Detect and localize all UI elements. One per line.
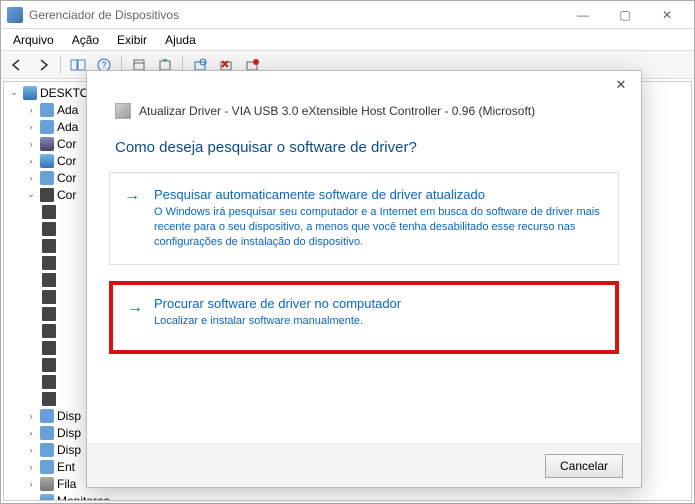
usb-icon <box>42 256 56 270</box>
arrow-right-icon: → <box>127 301 143 315</box>
option-search-automatically[interactable]: → Pesquisar automaticamente software de … <box>109 172 619 265</box>
tree-label: Fila <box>57 477 76 491</box>
expand-icon[interactable]: › <box>25 461 37 473</box>
window-title: Gerenciador de Dispositivos <box>29 8 562 22</box>
back-button[interactable] <box>5 54 29 76</box>
option-description: Localizar e instalar software manualment… <box>154 314 602 329</box>
adapter-icon <box>40 103 54 117</box>
expand-icon[interactable]: › <box>25 155 37 167</box>
menu-file[interactable]: Arquivo <box>5 31 62 49</box>
usb-icon <box>42 392 56 406</box>
port-icon <box>40 137 54 151</box>
usb-icon <box>42 341 56 355</box>
dialog-options: → Pesquisar automaticamente software de … <box>87 166 641 360</box>
dialog-title: Atualizar Driver - VIA USB 3.0 eXtensibl… <box>139 104 535 118</box>
dialog-titlebar: ✕ <box>87 71 641 99</box>
device-icon <box>40 426 54 440</box>
usb-icon <box>42 358 56 372</box>
tree-label: Monitores <box>57 494 110 502</box>
usb-icon <box>42 290 56 304</box>
tree-label: Disp <box>57 426 81 440</box>
usb-icon <box>42 205 56 219</box>
usb-icon <box>40 188 54 202</box>
option-description: O Windows irá pesquisar seu computador e… <box>154 205 602 250</box>
usb-icon <box>42 307 56 321</box>
computer-icon <box>40 154 54 168</box>
option-browse-computer[interactable]: → Procurar software de driver no computa… <box>109 281 619 355</box>
adapter-icon <box>40 120 54 134</box>
monitor-icon <box>40 494 54 502</box>
update-driver-dialog: ✕ Atualizar Driver - VIA USB 3.0 eXtensi… <box>86 70 642 488</box>
collapse-icon[interactable]: ⌄ <box>25 189 37 201</box>
tree-label: Ada <box>57 103 78 117</box>
forward-button[interactable] <box>31 54 55 76</box>
menu-help[interactable]: Ajuda <box>157 31 204 49</box>
usb-icon <box>42 324 56 338</box>
tree-label: DESKTO <box>40 86 89 100</box>
usb-icon <box>42 273 56 287</box>
dialog-close-button[interactable]: ✕ <box>601 72 641 98</box>
tree-label: Ada <box>57 120 78 134</box>
usb-icon <box>42 222 56 236</box>
device-icon <box>40 409 54 423</box>
cancel-button[interactable]: Cancelar <box>545 454 623 478</box>
tree-item[interactable]: › Monitores <box>8 492 687 501</box>
controller-icon <box>40 171 54 185</box>
dialog-footer: Cancelar <box>87 443 641 487</box>
driver-icon <box>115 103 131 119</box>
svg-text:?: ? <box>102 60 107 70</box>
expand-icon[interactable]: › <box>25 138 37 150</box>
menu-action[interactable]: Ação <box>64 31 107 49</box>
tree-label: Cor <box>57 137 76 151</box>
tree-label: Disp <box>57 409 81 423</box>
expand-icon[interactable]: › <box>25 410 37 422</box>
app-icon <box>7 7 23 23</box>
collapse-icon[interactable]: ⌄ <box>8 87 20 99</box>
device-icon <box>40 443 54 457</box>
separator <box>60 56 61 74</box>
expand-icon[interactable]: › <box>25 444 37 456</box>
tree-label: Cor <box>57 171 76 185</box>
window-controls: — ▢ ✕ <box>562 2 688 28</box>
arrow-right-icon: → <box>124 189 140 203</box>
expand-icon[interactable]: › <box>25 121 37 133</box>
menubar: Arquivo Ação Exibir Ajuda <box>1 29 694 51</box>
keyboard-icon <box>40 460 54 474</box>
usb-icon <box>42 239 56 253</box>
menu-view[interactable]: Exibir <box>109 31 155 49</box>
usb-icon <box>42 375 56 389</box>
option-title: Procurar software de driver no computado… <box>154 296 602 311</box>
minimize-button[interactable]: — <box>562 2 604 28</box>
dialog-header: Atualizar Driver - VIA USB 3.0 eXtensibl… <box>87 99 641 125</box>
expand-icon[interactable]: › <box>25 172 37 184</box>
titlebar: Gerenciador de Dispositivos — ▢ ✕ <box>1 1 694 29</box>
tree-label: Cor <box>57 154 76 168</box>
tree-label: Ent <box>57 460 75 474</box>
tree-label: Cor <box>57 188 76 202</box>
dialog-question: Como deseja pesquisar o software de driv… <box>87 125 641 166</box>
close-button[interactable]: ✕ <box>646 2 688 28</box>
expand-icon[interactable]: › <box>25 104 37 116</box>
expand-icon[interactable]: › <box>25 427 37 439</box>
computer-icon <box>23 86 37 100</box>
expand-icon[interactable]: › <box>25 495 37 502</box>
expand-icon[interactable]: › <box>25 478 37 490</box>
print-queue-icon <box>40 477 54 491</box>
tree-label: Disp <box>57 443 81 457</box>
maximize-button[interactable]: ▢ <box>604 2 646 28</box>
option-title: Pesquisar automaticamente software de dr… <box>154 187 602 202</box>
